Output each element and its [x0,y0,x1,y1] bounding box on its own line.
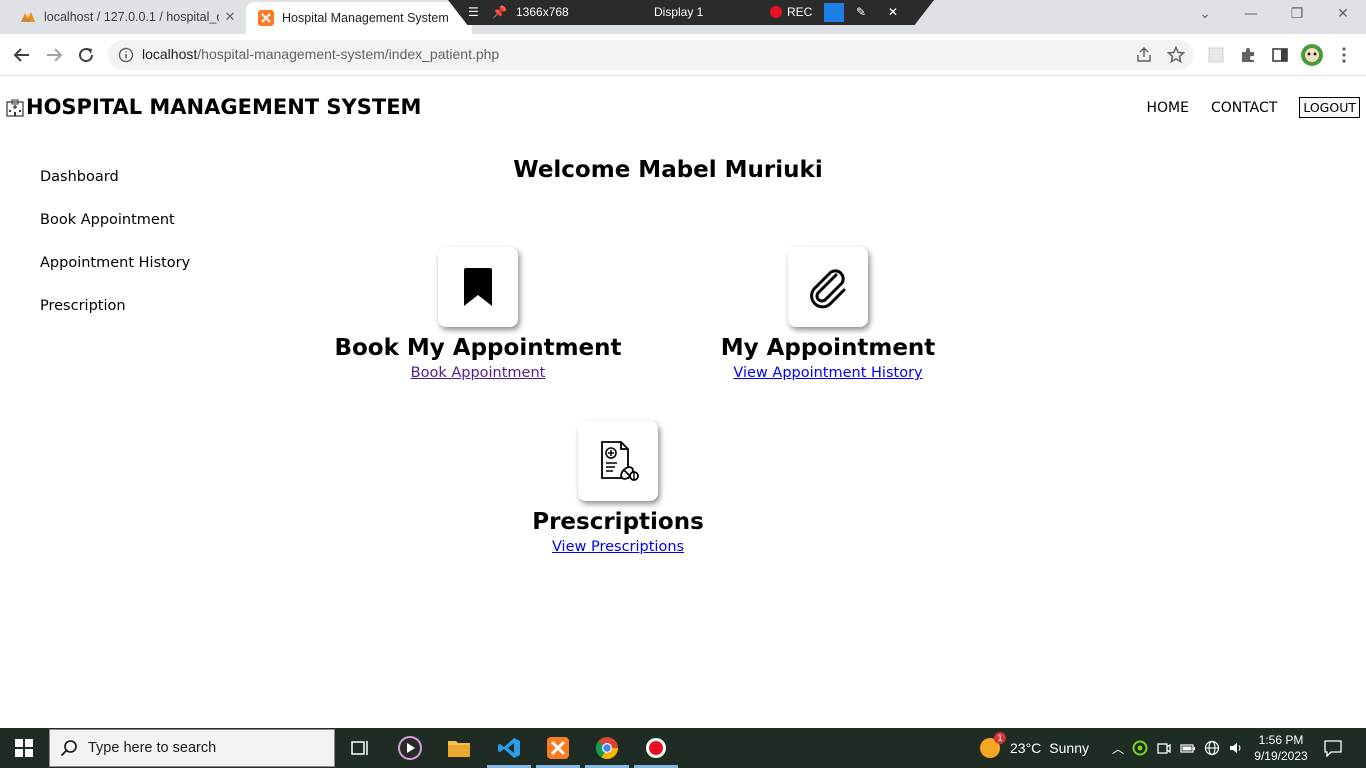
camera-tray-icon[interactable] [1156,740,1172,756]
windows-icon [15,739,33,757]
taskbar: Type here to search 1 23°C Sunny ︿ 1:56 … [0,728,1366,768]
weather-widget[interactable]: 1 23°C Sunny [980,728,1089,768]
taskbar-search[interactable]: Type here to search [49,729,335,767]
sidebar-item-appointment-history[interactable]: Appointment History [40,255,190,298]
tray-status-icon[interactable] [1132,740,1148,756]
notification-icon[interactable] [1324,739,1342,757]
book-appointment-link[interactable]: Book Appointment [411,365,546,381]
start-button[interactable] [0,728,48,768]
tab-title: Hospital Management System [282,11,449,25]
sidebar-item-book-appointment[interactable]: Book Appointment [40,212,190,255]
tab-hospital-management[interactable]: Hospital Management System [246,2,472,34]
back-button[interactable] [8,41,36,69]
screen-recorder-bar: ☰ 📌 1366x768 Display 1 REC ✎ ✕ [448,0,934,25]
card-prescriptions: Prescriptions View Prescriptions [448,421,788,555]
media-player-icon[interactable] [386,728,434,768]
close-recorder-icon[interactable]: ✕ [888,5,898,19]
logout-button[interactable]: LOGOUT [1299,97,1360,118]
search-placeholder: Type here to search [88,740,217,756]
system-clock[interactable]: 1:56 PM 9/19/2023 [1248,732,1314,764]
browser-tab-bar: PMA localhost / 127.0.0.1 / hospital_db … [0,0,1366,34]
forward-button[interactable] [40,41,68,69]
restore-button[interactable]: ❐ [1274,0,1320,28]
minimize-button[interactable]: — [1228,0,1274,28]
view-prescriptions-link[interactable]: View Prescriptions [552,539,684,555]
extension-icon[interactable] [1206,45,1226,65]
menu-icon[interactable]: ☰ [468,5,479,19]
record-dot-icon [770,6,782,18]
card-book-appointment: Book My Appointment Book Appointment [308,247,648,381]
side-panel-icon[interactable] [1270,45,1290,65]
pen-icon[interactable]: ✎ [856,5,866,19]
puzzle-icon[interactable] [1238,45,1258,65]
paperclip-icon [810,269,846,309]
tray-overflow-icon[interactable]: ︿ [1110,740,1126,756]
weather-temp: 23°C [1010,740,1042,756]
sidebar-item-prescription[interactable]: Prescription [40,298,190,341]
rec-label[interactable]: REC [787,5,812,19]
network-globe-icon[interactable] [1204,740,1220,756]
card-icon-box[interactable] [438,247,518,327]
xampp-icon [258,10,274,26]
pin-icon[interactable]: 📌 [492,5,507,19]
address-bar[interactable]: localhost/hospital-management-system/ind… [108,40,1194,70]
card-title: Prescriptions [532,509,704,535]
reload-button[interactable] [72,41,100,69]
share-icon[interactable] [1134,45,1154,65]
card-my-appointment: My Appointment View Appointment History [658,247,998,381]
search-icon [60,739,78,761]
tab-search-icon[interactable]: ⌄ [1182,0,1228,28]
weather-badge: 1 [994,732,1006,744]
sun-icon: 1 [980,732,1006,758]
view-appointment-history-link[interactable]: View Appointment History [733,365,922,381]
site-title: HOSPITAL MANAGEMENT SYSTEM [26,95,422,119]
card-title: My Appointment [720,335,936,361]
tab-phpmyadmin[interactable]: PMA localhost / 127.0.0.1 / hospital_db … [8,0,246,34]
camera-icon[interactable] [824,3,844,22]
welcome-heading: Welcome Mabel Muriuki [513,157,823,183]
site-brand[interactable]: HOSPITAL MANAGEMENT SYSTEM [6,95,421,119]
vscode-icon[interactable] [485,728,533,768]
recorder-resolution: 1366x768 [516,5,569,19]
xampp-taskbar-icon[interactable] [534,728,582,768]
menu-dots-icon[interactable] [1334,45,1354,65]
bookmark-star-icon[interactable] [1166,45,1186,65]
card-icon-box[interactable] [788,247,868,327]
bookmark-icon [464,268,492,306]
tab-title: localhost / 127.0.0.1 / hospital_db [44,10,219,24]
hospital-icon [6,98,24,117]
card-title: Book My Appointment [334,335,622,361]
battery-icon[interactable] [1180,740,1196,756]
profile-avatar[interactable] [1300,43,1324,67]
prescription-icon [601,441,639,481]
browser-toolbar: localhost/hospital-management-system/ind… [0,34,1366,76]
phpmyadmin-icon: PMA [20,9,36,25]
url-text[interactable]: localhost/hospital-management-system/ind… [142,46,499,62]
weather-condition: Sunny [1049,740,1089,756]
sidebar: Dashboard Book Appointment Appointment H… [40,169,190,341]
volume-icon[interactable] [1228,740,1244,756]
close-window-button[interactable]: ✕ [1320,0,1366,28]
recorder-display[interactable]: Display 1 [654,5,703,19]
nav-contact-link[interactable]: CONTACT [1211,100,1277,116]
task-view-icon[interactable] [336,728,384,768]
card-icon-box[interactable] [578,421,658,501]
file-explorer-icon[interactable] [435,728,483,768]
clock-date: 9/19/2023 [1254,749,1308,763]
page: HOSPITAL MANAGEMENT SYSTEM HOME CONTACT … [0,77,1366,728]
clock-time: 1:56 PM [1258,733,1304,747]
info-icon[interactable] [118,47,134,63]
chrome-icon[interactable] [583,728,631,768]
nav-home-link[interactable]: HOME [1146,100,1188,116]
top-nav: HOME CONTACT LOGOUT [1146,97,1366,118]
recorder-app-icon[interactable] [632,728,680,768]
close-tab-icon[interactable]: ✕ [222,9,238,25]
svg-text:PMA: PMA [22,18,31,23]
